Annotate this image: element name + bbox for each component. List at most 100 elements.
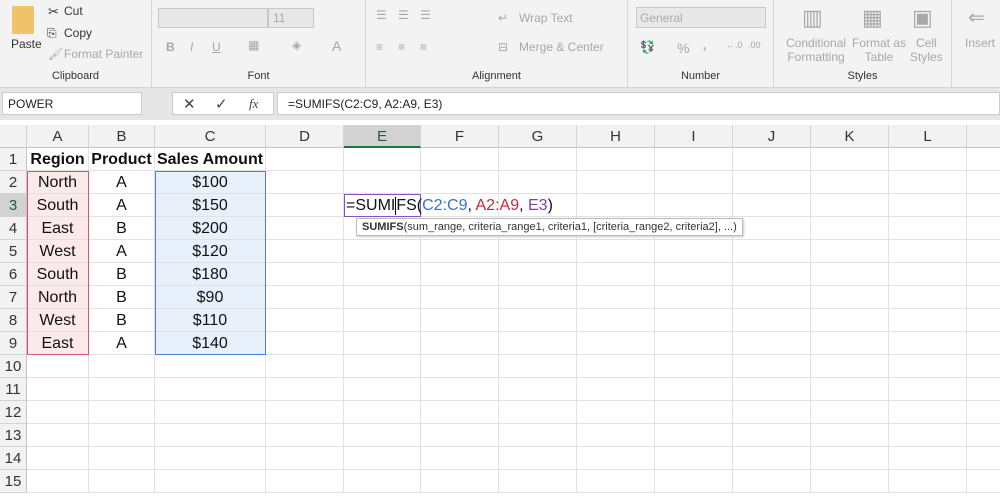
column-header-B[interactable]: B — [89, 125, 155, 148]
cell[interactable] — [967, 217, 1000, 240]
insert-button[interactable]: Insert — [965, 36, 995, 50]
conditional-formatting-button[interactable]: Conditional Formatting — [786, 36, 846, 64]
column-header-A[interactable]: A — [27, 125, 89, 148]
cell[interactable] — [967, 424, 1000, 447]
cell[interactable] — [655, 309, 733, 332]
cell[interactable] — [733, 240, 811, 263]
name-box[interactable]: POWER — [2, 92, 142, 115]
tooltip-function-name[interactable]: SUMIFS — [362, 221, 404, 233]
column-header-K[interactable]: K — [811, 125, 889, 148]
cell[interactable] — [733, 217, 811, 240]
copy-button[interactable]: Copy — [64, 26, 92, 40]
cell[interactable] — [655, 171, 733, 194]
cell[interactable] — [889, 309, 967, 332]
cell[interactable] — [266, 401, 344, 424]
cell[interactable] — [499, 470, 577, 493]
cell[interactable] — [499, 309, 577, 332]
column-header-G[interactable]: G — [499, 125, 577, 148]
cell[interactable] — [421, 424, 499, 447]
cell[interactable] — [266, 309, 344, 332]
column-header-D[interactable]: D — [266, 125, 344, 148]
underline-button[interactable]: U — [212, 40, 221, 54]
cell[interactable] — [266, 447, 344, 470]
row-header-14[interactable]: 14 — [0, 447, 27, 470]
cell[interactable] — [344, 378, 421, 401]
select-all-corner[interactable] — [0, 125, 27, 148]
cell[interactable] — [811, 424, 889, 447]
insert-function-button[interactable]: fx — [249, 96, 258, 112]
row-header-3[interactable]: 3 — [0, 194, 27, 217]
merge-center-button[interactable]: Merge & Center — [519, 40, 604, 54]
cell[interactable] — [421, 263, 499, 286]
cell[interactable] — [655, 286, 733, 309]
cell[interactable] — [811, 240, 889, 263]
cell[interactable] — [655, 240, 733, 263]
cell[interactable] — [733, 401, 811, 424]
cell[interactable] — [967, 378, 1000, 401]
cell[interactable] — [811, 401, 889, 424]
cell[interactable] — [266, 263, 344, 286]
row-header-7[interactable]: 7 — [0, 286, 27, 309]
cell[interactable] — [266, 240, 344, 263]
cell[interactable] — [889, 332, 967, 355]
cell[interactable] — [577, 263, 655, 286]
cell[interactable] — [155, 470, 266, 493]
cell[interactable] — [889, 378, 967, 401]
cell[interactable] — [499, 148, 577, 171]
cell[interactable] — [733, 447, 811, 470]
format-as-table-button[interactable]: Format as Table — [852, 36, 906, 64]
cell[interactable] — [421, 355, 499, 378]
cell[interactable] — [27, 378, 89, 401]
cell[interactable] — [811, 355, 889, 378]
cell[interactable] — [889, 401, 967, 424]
cell[interactable] — [344, 286, 421, 309]
cell[interactable] — [89, 424, 155, 447]
cell[interactable] — [889, 263, 967, 286]
cell[interactable] — [733, 332, 811, 355]
format-painter-button[interactable]: Format Painter — [64, 47, 143, 61]
cell[interactable] — [421, 286, 499, 309]
cell[interactable] — [655, 332, 733, 355]
cell[interactable] — [655, 424, 733, 447]
cell[interactable] — [499, 286, 577, 309]
cell[interactable] — [499, 401, 577, 424]
cell[interactable] — [577, 470, 655, 493]
align-bottom-icon[interactable]: ☰ — [420, 8, 431, 22]
cut-button[interactable]: Cut — [64, 4, 83, 18]
row-header-13[interactable]: 13 — [0, 424, 27, 447]
cell[interactable] — [733, 263, 811, 286]
row-header-8[interactable]: 8 — [0, 309, 27, 332]
cell[interactable] — [733, 171, 811, 194]
cell[interactable] — [499, 355, 577, 378]
cell[interactable] — [967, 240, 1000, 263]
borders-icon[interactable]: ▦ — [248, 38, 259, 52]
cell[interactable] — [344, 240, 421, 263]
cell[interactable] — [421, 240, 499, 263]
cell[interactable] — [889, 286, 967, 309]
row-header-15[interactable]: 15 — [0, 470, 27, 493]
column-header-I[interactable]: I — [655, 125, 733, 148]
cell-A1[interactable]: Region — [27, 148, 89, 171]
align-middle-icon[interactable]: ☰ — [398, 8, 409, 22]
cell[interactable] — [655, 401, 733, 424]
cell[interactable] — [577, 401, 655, 424]
cell[interactable] — [811, 447, 889, 470]
cell[interactable] — [155, 447, 266, 470]
align-top-icon[interactable]: ☰ — [376, 8, 387, 22]
formula-input[interactable]: =SUMIFS(C2:C9, A2:A9, E3) — [277, 92, 1000, 115]
cell[interactable] — [733, 148, 811, 171]
cell[interactable] — [889, 194, 967, 217]
cell[interactable] — [967, 194, 1000, 217]
cell[interactable] — [344, 447, 421, 470]
cell-B3[interactable]: A — [89, 194, 155, 217]
wrap-text-button[interactable]: Wrap Text — [519, 11, 573, 25]
cell[interactable] — [266, 217, 344, 240]
cell[interactable] — [733, 309, 811, 332]
comma-button[interactable]: , — [703, 38, 706, 52]
column-header-E[interactable]: E — [344, 125, 421, 148]
row-header-10[interactable]: 10 — [0, 355, 27, 378]
cell[interactable] — [811, 148, 889, 171]
italic-button[interactable]: I — [190, 40, 193, 54]
cell[interactable] — [499, 171, 577, 194]
cell[interactable] — [89, 355, 155, 378]
